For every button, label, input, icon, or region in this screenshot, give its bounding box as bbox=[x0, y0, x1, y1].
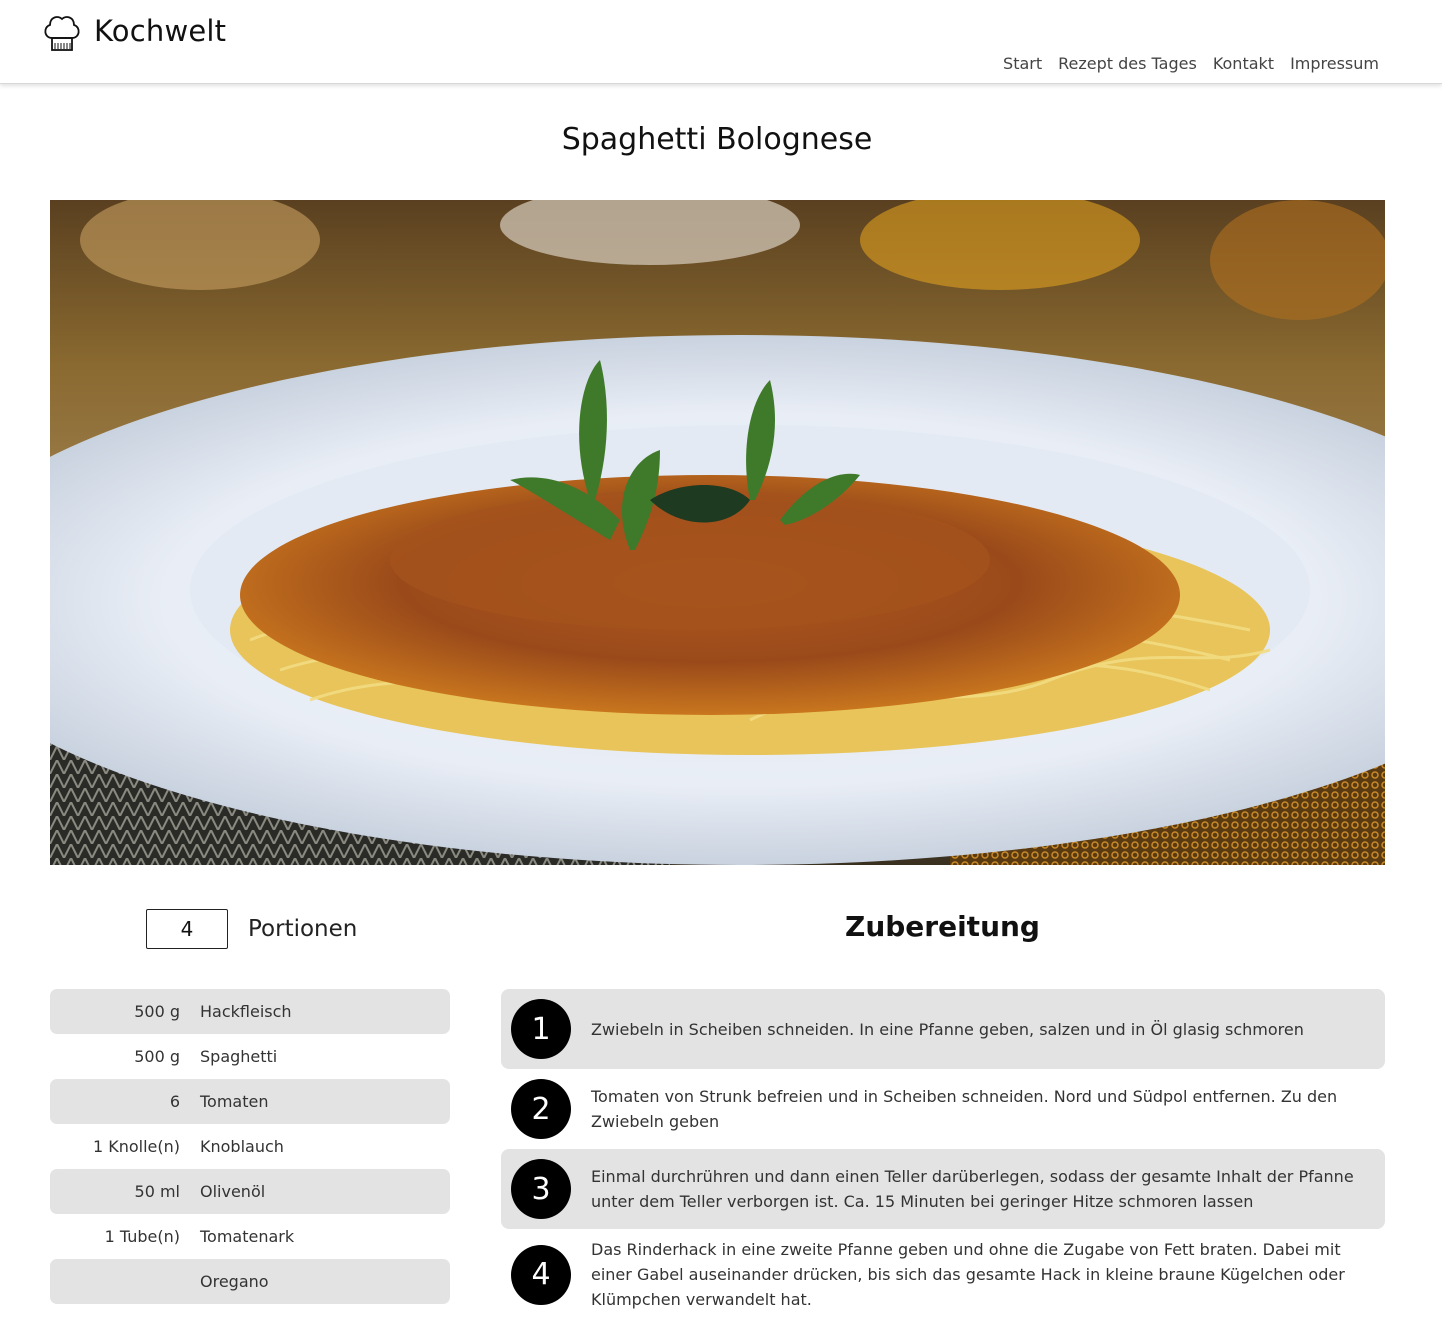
step-number-badge: 1 bbox=[511, 999, 571, 1059]
step-item: 4 Das Rinderhack in eine zweite Pfanne g… bbox=[501, 1229, 1385, 1320]
nav-recipe-of-day[interactable]: Rezept des Tages bbox=[1058, 54, 1197, 73]
servings-label: Portionen bbox=[248, 916, 358, 942]
step-text: Einmal durchrühren und dann einen Teller… bbox=[591, 1167, 1354, 1211]
ingredient-name: Oregano bbox=[200, 1272, 269, 1291]
step-item: 2 Tomaten von Strunk befreien und in Sch… bbox=[501, 1069, 1385, 1149]
site-header: Kochwelt Start Rezept des Tages Kontakt … bbox=[0, 0, 1442, 84]
ingredient-row: Oregano bbox=[50, 1259, 450, 1304]
ingredient-amount: 6 bbox=[169, 1092, 180, 1111]
ingredient-amount: 500 g bbox=[134, 1047, 180, 1066]
ingredient-row: 1 Tube(n) Tomatenark bbox=[50, 1214, 450, 1259]
chef-hat-icon[interactable] bbox=[42, 12, 82, 54]
servings-control: Portionen bbox=[146, 909, 357, 949]
ingredient-name: Hackfleisch bbox=[200, 1002, 292, 1021]
ingredient-amount: 50 ml bbox=[134, 1182, 180, 1201]
step-item: 3 Einmal durchrühren und dann einen Tell… bbox=[501, 1149, 1385, 1229]
step-text: Tomaten von Strunk befreien und in Schei… bbox=[591, 1087, 1338, 1131]
step-item: 1 Zwiebeln in Scheiben schneiden. In ein… bbox=[501, 989, 1385, 1069]
nav-start[interactable]: Start bbox=[1003, 54, 1042, 73]
ingredient-row: 6 Tomaten bbox=[50, 1079, 450, 1124]
ingredient-amount: 1 Knolle(n) bbox=[92, 1137, 180, 1156]
servings-input[interactable] bbox=[146, 909, 228, 949]
main-nav: Start Rezept des Tages Kontakt Impressum bbox=[1003, 54, 1379, 73]
step-text: Zwiebeln in Scheiben schneiden. In eine … bbox=[591, 1019, 1304, 1039]
ingredient-amount: 1 Tube(n) bbox=[104, 1227, 180, 1246]
step-number-badge: 3 bbox=[511, 1159, 571, 1219]
ingredient-amount: 500 g bbox=[134, 1002, 180, 1021]
ingredient-name: Knoblauch bbox=[200, 1137, 284, 1156]
ingredient-list: 500 g Hackfleisch 500 g Spaghetti 6 Toma… bbox=[50, 989, 450, 1304]
step-list: 1 Zwiebeln in Scheiben schneiden. In ein… bbox=[501, 989, 1385, 1320]
recipe-photo bbox=[50, 200, 1385, 865]
ingredient-name: Tomaten bbox=[200, 1092, 269, 1111]
ingredient-row: 50 ml Olivenöl bbox=[50, 1169, 450, 1214]
ingredient-row: 500 g Hackfleisch bbox=[50, 989, 450, 1034]
step-number-badge: 4 bbox=[511, 1244, 571, 1305]
ingredient-row: 1 Knolle(n) Knoblauch bbox=[50, 1124, 450, 1169]
nav-contact[interactable]: Kontakt bbox=[1213, 54, 1274, 73]
brand-name[interactable]: Kochwelt bbox=[94, 14, 226, 48]
ingredient-name: Olivenöl bbox=[200, 1182, 266, 1201]
ingredient-name: Tomatenark bbox=[200, 1227, 295, 1246]
nav-imprint[interactable]: Impressum bbox=[1290, 54, 1379, 73]
step-text: Das Rinderhack in eine zweite Pfanne geb… bbox=[591, 1240, 1345, 1309]
steps-heading: Zubereitung bbox=[845, 910, 1040, 943]
step-number-badge: 2 bbox=[511, 1079, 571, 1139]
ingredient-name: Spaghetti bbox=[200, 1047, 278, 1066]
ingredient-row: 500 g Spaghetti bbox=[50, 1034, 450, 1079]
page-title: Spaghetti Bolognese bbox=[561, 122, 873, 157]
